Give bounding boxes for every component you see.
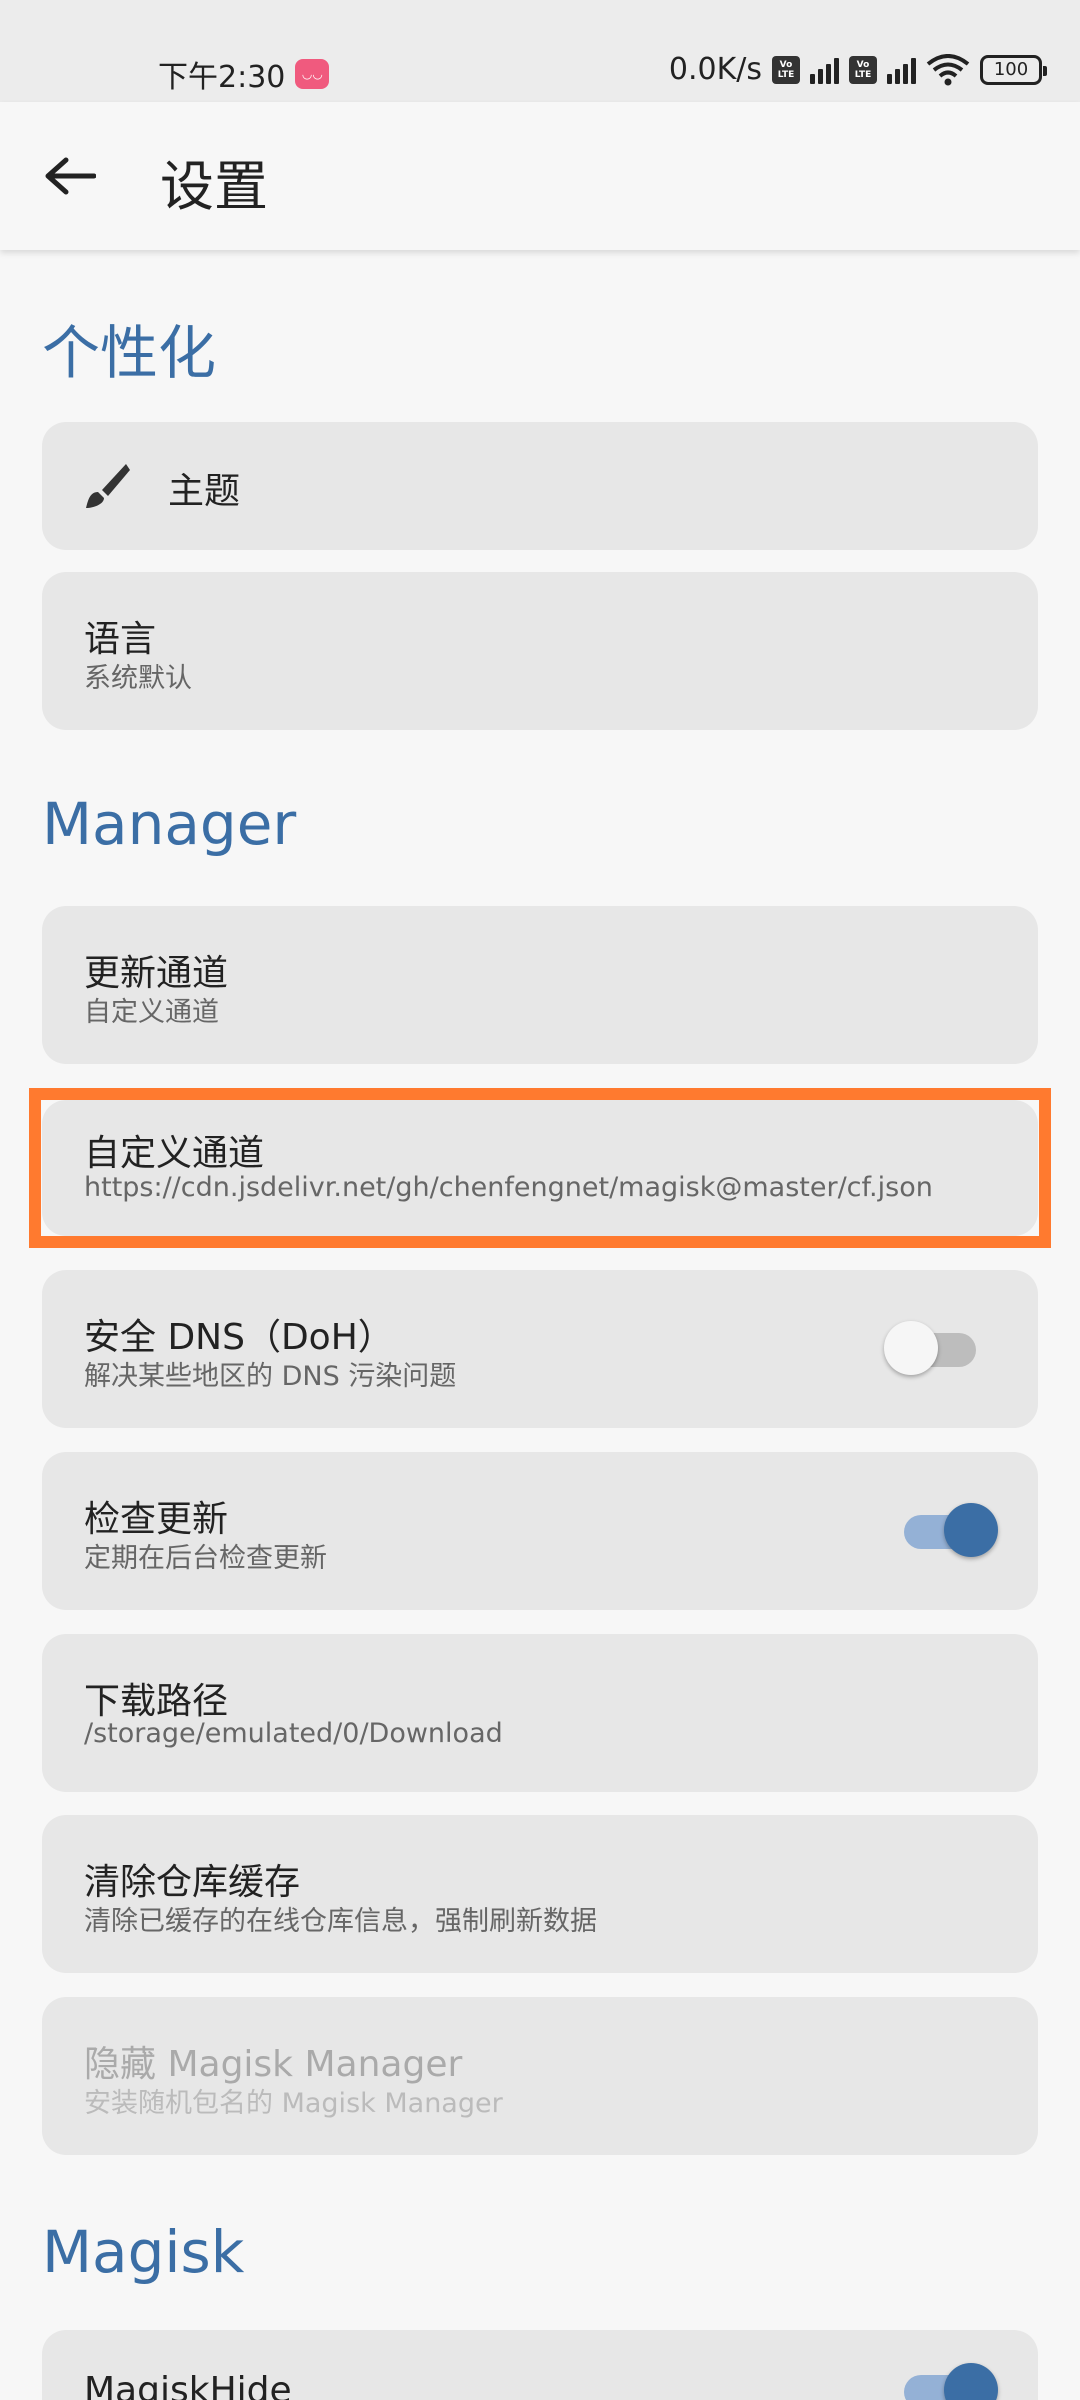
section-title-magisk: Magisk [42, 2218, 245, 2286]
battery-icon: 100 [980, 54, 1047, 85]
secure-dns-setting[interactable]: 安全 DNS（DoH） 解决某些地区的 DNS 污染问题 [42, 1270, 1038, 1428]
check-updates-toggle[interactable] [904, 1500, 998, 1560]
download-path-label: 下载路径 [84, 1681, 229, 1722]
custom-channel-setting[interactable]: 自定义通道 https://cdn.jsdelivr.net/gh/chenfe… [42, 1100, 1038, 1236]
magisk-hide-toggle[interactable] [904, 2360, 998, 2400]
download-path-setting[interactable]: 下载路径 /storage/emulated/0/Download [42, 1634, 1038, 1792]
theme-setting[interactable]: 主题 [42, 422, 1038, 550]
hide-manager-setting: 隐藏 Magisk Manager 安装随机包名的 Magisk Manager [42, 1997, 1038, 2155]
clear-cache-label: 清除仓库缓存 [84, 1862, 301, 1903]
status-right: 0.0K/s Vo LTE Vo LTE 100 [668, 52, 1047, 87]
app-notification-icon: ◡◡ [295, 59, 330, 89]
signal-icon-2 [887, 56, 916, 84]
update-channel-label: 更新通道 [84, 953, 229, 994]
clear-cache-description: 清除已缓存的在线仓库信息，强制刷新数据 [84, 1906, 597, 1937]
status-time: 下午2:30 [158, 60, 286, 95]
page-title: 设置 [160, 155, 268, 218]
hide-manager-label: 隐藏 Magisk Manager [84, 2044, 463, 2085]
hide-manager-description: 安装随机包名的 Magisk Manager [84, 2088, 503, 2119]
section-title-manager: Manager [42, 790, 297, 858]
secure-dns-description: 解决某些地区的 DNS 污染问题 [84, 1361, 457, 1392]
theme-label: 主题 [168, 471, 241, 512]
update-channel-setting[interactable]: 更新通道 自定义通道 [42, 906, 1038, 1064]
magisk-hide-setting[interactable]: MagiskHide [42, 2330, 1038, 2400]
secure-dns-label: 安全 DNS（DoH） [84, 1317, 394, 1358]
custom-channel-label: 自定义通道 [84, 1133, 265, 1174]
secure-dns-toggle[interactable] [884, 1318, 982, 1378]
language-value: 系统默认 [84, 663, 192, 694]
back-button[interactable] [40, 146, 100, 206]
section-title-personalize: 个性化 [42, 319, 217, 387]
check-updates-description: 定期在后台检查更新 [84, 1543, 327, 1574]
network-speed: 0.0K/s [668, 52, 762, 87]
language-label: 语言 [84, 619, 157, 660]
status-left: 下午2:30 ◡◡ [158, 52, 330, 96]
brush-icon [86, 464, 130, 508]
check-updates-setting[interactable]: 检查更新 定期在后台检查更新 [42, 1452, 1038, 1610]
clear-cache-setting[interactable]: 清除仓库缓存 清除已缓存的在线仓库信息，强制刷新数据 [42, 1815, 1038, 1973]
signal-icon [810, 56, 839, 84]
download-path-value: /storage/emulated/0/Download [84, 1718, 503, 1749]
magisk-hide-label: MagiskHide [84, 2370, 292, 2400]
wifi-icon [926, 53, 970, 85]
arrow-left-icon [45, 157, 96, 195]
volte-icon-2: Vo LTE [849, 55, 877, 84]
update-channel-value: 自定义通道 [84, 997, 219, 1028]
app-bar: 设置 [0, 102, 1080, 250]
language-setting[interactable]: 语言 系统默认 [42, 572, 1038, 730]
check-updates-label: 检查更新 [84, 1499, 229, 1540]
volte-icon: Vo LTE [772, 55, 800, 84]
status-bar: 下午2:30 ◡◡ 0.0K/s Vo LTE Vo LTE 100 [0, 0, 1080, 102]
custom-channel-url: https://cdn.jsdelivr.net/gh/chenfengnet/… [84, 1172, 933, 1203]
